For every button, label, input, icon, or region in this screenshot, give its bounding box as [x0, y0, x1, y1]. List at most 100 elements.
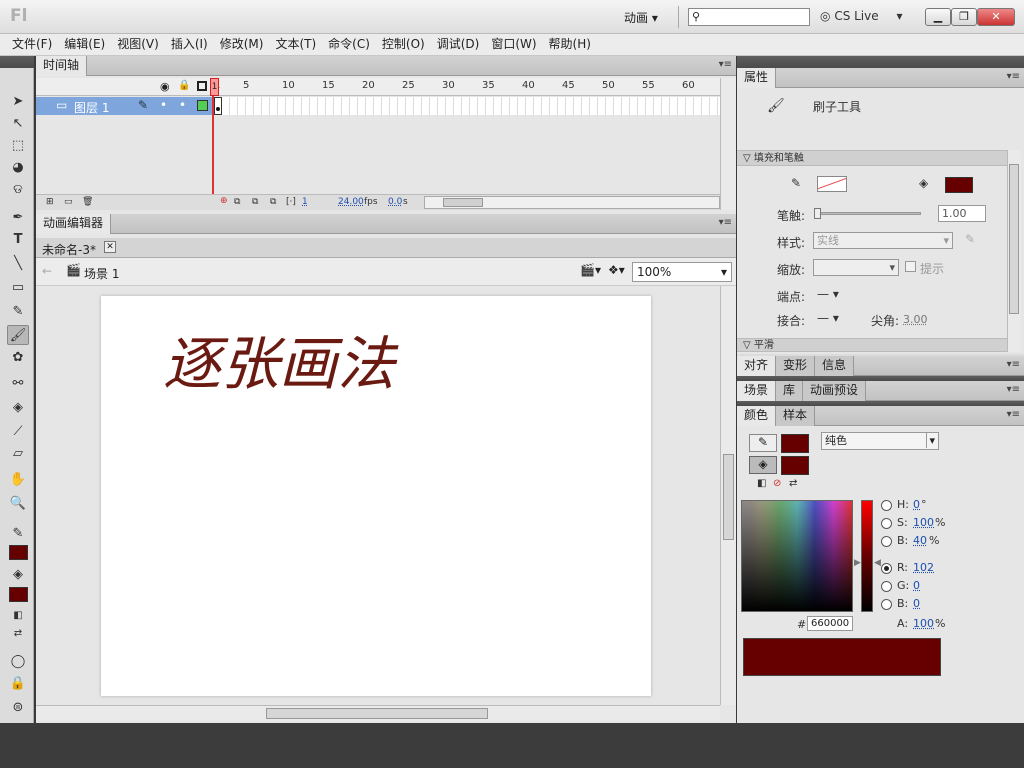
new-folder-icon[interactable]: ▭ [64, 197, 73, 207]
stroke-color-button[interactable] [817, 176, 847, 192]
search-input[interactable]: ⚲ [688, 8, 810, 26]
tab-info[interactable]: 信息 [815, 356, 855, 376]
pencil-tool-icon[interactable]: ✎ [7, 302, 29, 322]
smooth-section[interactable]: ▽ 平滑 [737, 338, 1007, 352]
default-colors-icon[interactable]: ◧ [7, 606, 29, 626]
brightness-value[interactable]: 40 [913, 534, 927, 547]
menu-commands[interactable]: 命令(C) [322, 34, 376, 54]
lock-icon[interactable]: 🔒 [178, 80, 190, 91]
saturation-value[interactable]: 100 [913, 516, 934, 529]
text-tool-icon[interactable]: T [7, 230, 29, 250]
3d-rotation-tool-icon[interactable]: ◕ [7, 158, 29, 178]
hex-input[interactable]: 660000 [807, 616, 853, 631]
zoom-tool-icon[interactable]: 🔍 [7, 494, 29, 514]
color-type-select[interactable]: 纯色 ▾ [821, 432, 939, 450]
fill-color-preview[interactable] [781, 456, 809, 475]
edit-stroke-style-icon[interactable]: ✎ [965, 232, 975, 246]
free-transform-tool-icon[interactable]: ⬚ [7, 136, 29, 156]
fill-color-swatch[interactable] [9, 587, 28, 602]
menu-control[interactable]: 控制(O) [376, 34, 431, 54]
properties-scrollbar[interactable] [1007, 150, 1021, 352]
panel-menu-icon[interactable]: ▾≡ [719, 59, 732, 70]
stage-horizontal-scrollbar[interactable] [36, 705, 720, 721]
stroke-width-input[interactable]: 1.00 [938, 205, 986, 222]
timeline-vertical-scrollbar[interactable] [720, 78, 736, 210]
eyedropper-tool-icon[interactable]: ⟋ [7, 422, 29, 442]
onion-markers-icon[interactable]: [·] [286, 197, 296, 207]
stage-vertical-scrollbar[interactable] [720, 286, 736, 705]
zoom-select[interactable]: 100% ▾ [632, 262, 732, 282]
no-color-icon[interactable]: ⊘ [773, 478, 781, 489]
hue-value[interactable]: 0 [913, 498, 920, 511]
line-tool-icon[interactable]: ╲ [7, 254, 29, 274]
tab-properties[interactable]: 属性 [737, 68, 777, 88]
onion-skin-icon[interactable]: ⧉ [234, 197, 240, 207]
frame-cells[interactable] [214, 97, 720, 115]
edit-multiple-icon[interactable]: ⧉ [270, 197, 276, 207]
black-white-icon[interactable]: ◧ [757, 478, 766, 489]
elapsed-time[interactable]: 0.0 [388, 197, 402, 207]
timeline-horizontal-scrollbar[interactable] [424, 196, 720, 209]
stroke-mode-button[interactable]: ✎ [749, 434, 777, 452]
tab-motion-presets[interactable]: 动画预设 [803, 381, 867, 401]
eraser-tool-icon[interactable]: ▱ [7, 444, 29, 464]
brightness-slider[interactable] [861, 500, 873, 612]
blue-value[interactable]: 0 [913, 597, 920, 610]
lock-dot[interactable]: • [179, 98, 186, 112]
stroke-color-swatch[interactable] [9, 545, 28, 560]
eye-icon[interactable]: ◉ [160, 80, 170, 93]
menu-text[interactable]: 文本(T) [269, 34, 322, 54]
layer-row[interactable]: ▭ 图层 1 ✎ • • [36, 97, 720, 115]
onion-outline-icon[interactable]: ⧉ [252, 197, 258, 207]
swap-colors-icon[interactable]: ⇄ [7, 624, 29, 644]
fill-mode-button[interactable]: ◈ [749, 456, 777, 474]
layer-name-cell[interactable]: ▭ 图层 1 ✎ • • [36, 97, 214, 115]
blue-radio[interactable] [881, 599, 892, 610]
green-radio[interactable] [881, 581, 892, 592]
brush-tool-icon[interactable]: 🖌 [7, 325, 29, 345]
paint-bucket-tool-icon[interactable]: ◈ [7, 398, 29, 418]
menu-edit[interactable]: 编辑(E) [58, 34, 111, 54]
panel-menu-icon[interactable]: ▾≡ [1007, 71, 1020, 82]
panel-menu-icon[interactable]: ▾≡ [1007, 359, 1020, 370]
close-button[interactable]: ✕ [977, 8, 1015, 26]
back-arrow-icon[interactable]: ← [42, 264, 52, 278]
tab-library[interactable]: 库 [776, 381, 804, 401]
fill-color-button[interactable] [945, 177, 973, 193]
playhead-handle[interactable]: 1 [210, 78, 219, 96]
saturation-radio[interactable] [881, 518, 892, 529]
edit-scene-icon[interactable]: 🎬▾ [580, 263, 601, 277]
new-layer-icon[interactable]: ⊞ [46, 197, 54, 207]
workspace-switcher[interactable]: 动画 ▾ [624, 9, 658, 26]
menu-file[interactable]: 文件(F) [6, 34, 58, 54]
alpha-value[interactable]: 100 [913, 617, 934, 630]
tab-scene[interactable]: 场景 [737, 381, 777, 401]
tab-motion-editor[interactable]: 动画编辑器 [36, 214, 112, 234]
panel-menu-icon[interactable]: ▾≡ [719, 217, 732, 228]
stroke-slider[interactable] [814, 208, 921, 219]
join-select[interactable]: — ▾ [817, 311, 839, 325]
cap-select[interactable]: — ▾ [817, 287, 839, 301]
stroke-color-preview[interactable] [781, 434, 809, 453]
menu-help[interactable]: 帮助(H) [543, 34, 597, 54]
edit-symbol-icon[interactable]: ❖▾ [608, 263, 625, 277]
cs-live-button[interactable]: ◎ CS Live ▾ [820, 9, 903, 23]
panel-menu-icon[interactable]: ▾≡ [1007, 409, 1020, 420]
minimize-button[interactable]: ▁ [925, 8, 951, 26]
document-tab[interactable]: 未命名-3* [42, 241, 96, 258]
selection-tool-icon[interactable]: ➤ [7, 92, 29, 112]
bone-tool-icon[interactable]: ⚯ [7, 374, 29, 394]
outline-color-swatch[interactable] [197, 100, 208, 111]
deco-tool-icon[interactable]: ✿ [7, 348, 29, 368]
menu-debug[interactable]: 调试(D) [431, 34, 486, 54]
menu-modify[interactable]: 修改(M) [214, 34, 270, 54]
tab-swatches[interactable]: 样本 [776, 406, 816, 426]
center-frame-icon[interactable]: ⊕ [220, 196, 228, 206]
panel-menu-icon[interactable]: ▾≡ [1007, 384, 1020, 395]
menu-window[interactable]: 窗口(W) [485, 34, 542, 54]
restore-button[interactable]: ❐ [951, 8, 977, 26]
tab-align[interactable]: 对齐 [737, 356, 777, 376]
outline-icon[interactable] [197, 81, 207, 91]
hue-radio[interactable] [881, 500, 892, 511]
close-document-icon[interactable]: ✕ [104, 241, 116, 253]
